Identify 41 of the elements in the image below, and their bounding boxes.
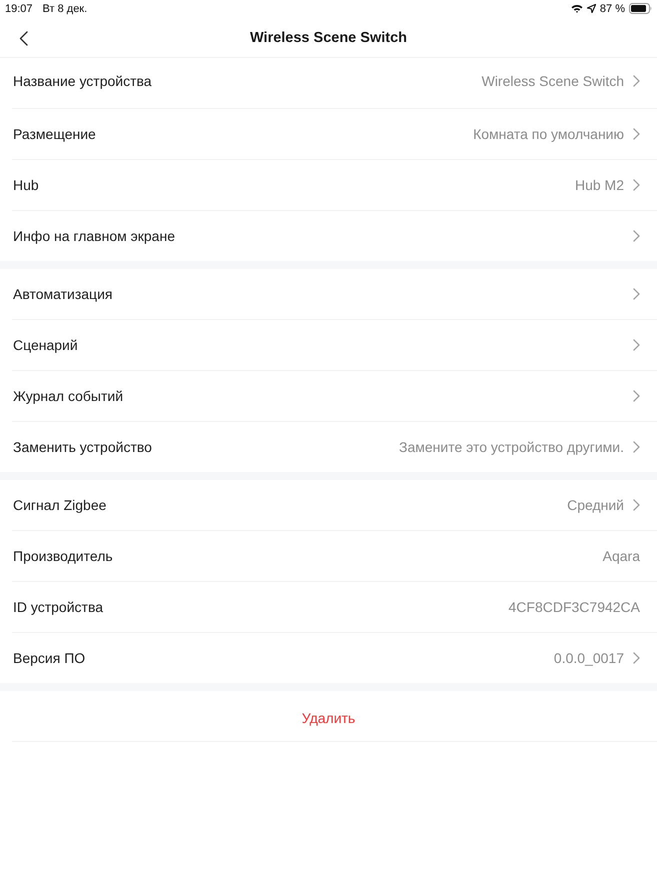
row-label: Размещение — [13, 126, 96, 142]
row-value: Комната по умолчанию — [473, 126, 624, 142]
row-label: Автоматизация — [13, 286, 112, 302]
row-label: Заменить устройство — [13, 439, 152, 455]
row-value: Hub M2 — [574, 177, 624, 193]
settings-row[interactable]: Hub Hub M2 — [12, 160, 657, 211]
location-arrow-icon — [586, 4, 596, 13]
row-label: Сигнал Zigbee — [13, 497, 106, 513]
wifi-icon — [570, 4, 583, 13]
row-value: Aqara — [602, 548, 640, 564]
row-value: Средний — [567, 497, 624, 513]
battery-percent: 87 % — [600, 2, 625, 14]
row-value: 0.0.0_0017 — [554, 650, 624, 666]
settings-row[interactable]: Заменить устройство Замените это устройство другими. — [12, 422, 657, 472]
settings-row[interactable]: Версия ПО 0.0.0_0017 — [12, 633, 657, 683]
settings-row[interactable]: Название устройства Wireless Scene Switch — [12, 58, 657, 109]
settings-row[interactable]: Размещение Комната по умолчанию — [12, 109, 657, 160]
settings-row[interactable]: Автоматизация — [12, 269, 657, 320]
settings-row[interactable]: Инфо на главном экране — [12, 211, 657, 261]
settings-row[interactable]: Производитель Aqara — [12, 531, 657, 582]
row-value: 4CF8CDF3C7942CA — [508, 599, 640, 615]
battery-icon — [629, 3, 652, 14]
page-title: Wireless Scene Switch — [250, 30, 408, 46]
row-label: Производитель — [13, 548, 113, 564]
row-label: Название устройства — [13, 73, 152, 89]
settings-row[interactable]: Сигнал Zigbee Средний — [12, 480, 657, 531]
row-label: Сценарий — [13, 337, 78, 353]
status-time: 19:07 — [5, 2, 33, 14]
row-label: ID устройства — [13, 599, 104, 615]
row-value: Замените это устройство другими. — [399, 439, 624, 455]
back-chevron-icon — [18, 30, 28, 46]
row-label: Версия ПО — [13, 650, 86, 666]
settings-row[interactable]: ID устройства 4CF8CDF3C7942CA — [12, 582, 657, 633]
row-label: Hub — [13, 177, 39, 193]
settings-row[interactable]: Сценарий — [12, 320, 657, 371]
row-label: Журнал событий — [13, 388, 124, 404]
row-value: Wireless Scene Switch — [482, 73, 624, 89]
settings-row[interactable]: Журнал событий — [12, 371, 657, 422]
row-label: Инфо на главном экране — [13, 228, 175, 244]
delete-button[interactable]: Удалить — [294, 706, 364, 730]
status-date: Вт 8 дек. — [42, 2, 88, 14]
